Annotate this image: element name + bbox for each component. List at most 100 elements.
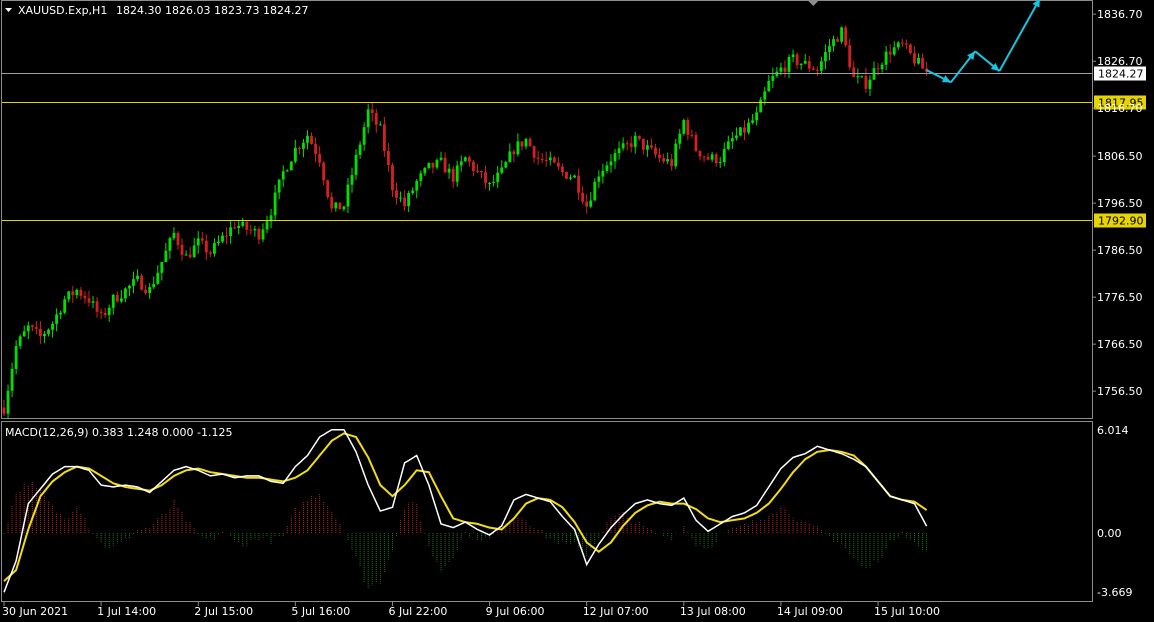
candle	[289, 160, 293, 171]
candle-body	[670, 159, 674, 167]
candle-body	[617, 148, 621, 154]
time-axis-label: 13 Jul 08:00	[680, 605, 746, 618]
candle-body	[706, 156, 710, 160]
chart-shift-marker[interactable]	[808, 1, 819, 6]
candle-body	[463, 157, 467, 162]
candle	[103, 307, 107, 319]
candle	[496, 166, 500, 189]
candle-body	[204, 240, 208, 253]
candle	[164, 243, 168, 263]
candle	[848, 38, 852, 70]
candle	[670, 153, 674, 171]
candle-body	[710, 154, 714, 160]
candle-body	[726, 141, 730, 150]
candle	[617, 141, 621, 160]
candle	[791, 49, 795, 63]
candle-body	[484, 172, 487, 184]
chevron-down-icon[interactable]	[5, 8, 12, 12]
candle	[200, 231, 204, 245]
candle	[476, 164, 479, 174]
candle-body	[443, 157, 447, 173]
candle	[30, 324, 34, 332]
candle-body	[605, 165, 609, 171]
candle	[629, 136, 633, 153]
price-axis-label: 1826.70	[1097, 55, 1143, 68]
candle	[524, 137, 528, 150]
time-axis-label: 6 Jul 22:00	[388, 605, 447, 618]
candle	[443, 152, 447, 173]
candle-body	[848, 45, 852, 68]
candle	[710, 151, 714, 163]
candle	[880, 62, 884, 73]
candle	[34, 321, 38, 335]
candle	[921, 53, 924, 69]
candle-body	[633, 135, 637, 147]
candle	[544, 151, 548, 167]
candle	[257, 226, 261, 245]
candle-body	[552, 157, 556, 163]
candle	[666, 152, 670, 164]
candle-body	[496, 172, 500, 182]
candle-body	[658, 154, 661, 159]
candle-body	[188, 254, 192, 258]
candle-body	[573, 175, 576, 178]
candle	[407, 190, 411, 212]
candle	[95, 297, 99, 318]
time-axis-label: 5 Jul 16:00	[291, 605, 350, 618]
price-plot[interactable]: 1817.951792.901824.27	[2, 0, 1146, 419]
candle	[265, 215, 269, 234]
candle-body	[686, 119, 690, 135]
forecast-arrow-segment[interactable]	[998, 0, 1041, 72]
candle	[322, 160, 326, 186]
candle-body	[868, 79, 872, 89]
candle	[755, 106, 759, 126]
candle-body	[257, 228, 261, 240]
candle-body	[702, 156, 706, 158]
candle	[520, 141, 524, 151]
candle-body	[314, 144, 317, 154]
candle	[771, 67, 775, 89]
candle	[229, 219, 233, 244]
candle-body	[261, 229, 265, 240]
candle-body	[763, 91, 767, 100]
candle-body	[900, 42, 904, 44]
candle	[241, 217, 245, 228]
price-pane-frame	[1, 0, 1093, 419]
candle	[637, 135, 641, 141]
symbol-label: XAUUSD.Exp,H1	[18, 4, 107, 17]
macd-plot[interactable]	[3, 428, 928, 593]
candle-body	[306, 135, 309, 143]
candle-body	[480, 170, 483, 173]
candle-body	[144, 289, 148, 294]
candle	[261, 223, 265, 242]
time-axis-label: 30 Jun 2021	[2, 605, 68, 618]
candle-body	[917, 57, 920, 64]
candle	[787, 54, 791, 79]
macd-signal-line[interactable]	[3, 432, 928, 582]
candle-body	[330, 196, 334, 209]
candle-body	[645, 145, 649, 150]
candle-body	[427, 162, 431, 168]
candle	[864, 67, 868, 93]
candle-body	[512, 151, 516, 155]
candle-body	[297, 147, 301, 149]
candle-body	[233, 227, 237, 229]
candle-body	[115, 294, 119, 302]
candle	[156, 265, 160, 285]
candle-body	[253, 228, 257, 231]
candle	[152, 276, 156, 290]
candle-body	[293, 147, 297, 162]
candle-body	[791, 54, 795, 58]
candle	[366, 104, 370, 134]
macd-main-line[interactable]	[3, 428, 928, 593]
candle-body	[852, 67, 856, 78]
candle	[811, 65, 815, 71]
candle-body	[176, 232, 180, 245]
candle	[840, 26, 844, 44]
candle	[577, 168, 581, 201]
candle	[824, 44, 827, 70]
candle-body	[508, 151, 512, 163]
candle	[411, 187, 415, 195]
candle	[759, 97, 763, 113]
chart-canvas[interactable]: 1817.951792.901824.27 1836.701826.701816…	[0, 0, 1154, 622]
